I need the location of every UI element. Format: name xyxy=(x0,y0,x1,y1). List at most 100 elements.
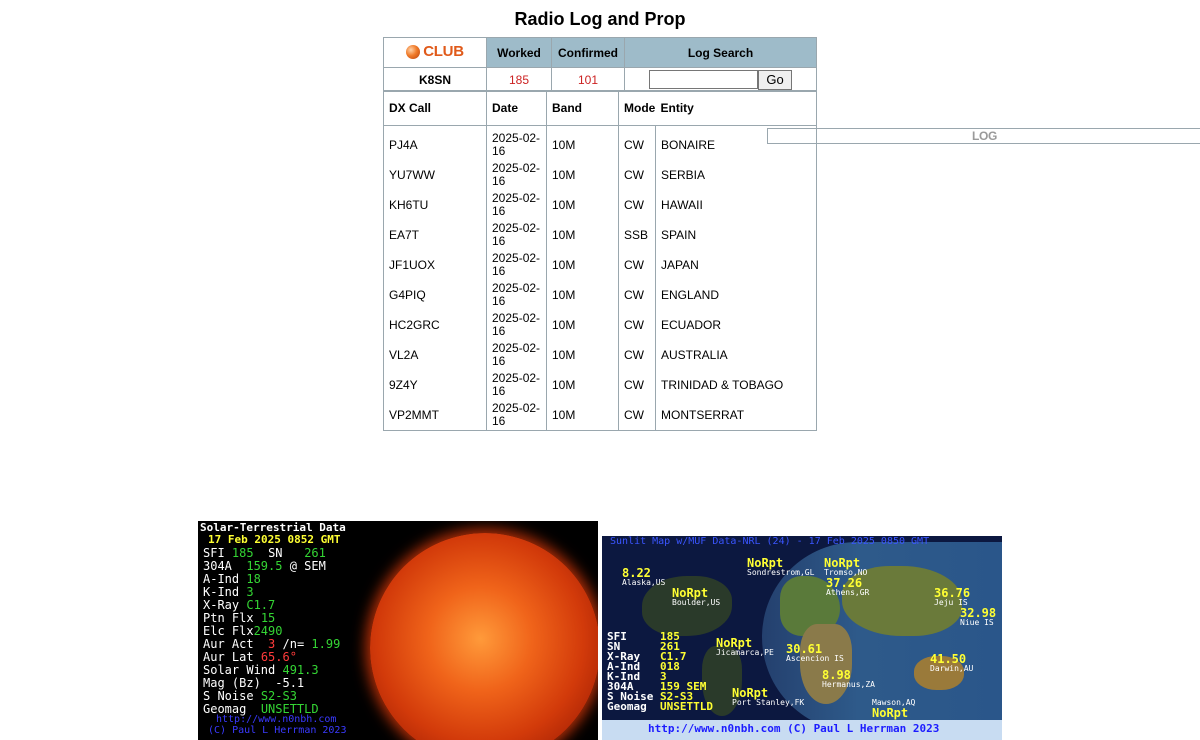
log-body: PJ4A 2025-02-16 10M CW BONAIRE YU7WW 2025-02-1… xyxy=(383,125,817,431)
aurlat-label: Aur Lat xyxy=(203,650,254,664)
log-cell-date: 2025-02-16 xyxy=(486,310,547,340)
a304-value: 159.5 xyxy=(246,559,283,573)
clublog-logo[interactable]: CLUB LOG xyxy=(383,37,1200,144)
station-hermanus: 8.98 Hermanus,ZA xyxy=(822,668,875,689)
table-row: HC2GRC 2025-02-16 10M CW ECUADOR xyxy=(383,310,817,340)
sfi-value: 185 xyxy=(231,546,254,560)
log-cell-call: JF1UOX xyxy=(383,250,487,280)
station-niue: 32.98 Niue IS xyxy=(960,606,997,627)
go-button[interactable]: Go xyxy=(758,69,792,90)
clublog-ball-icon xyxy=(406,44,421,59)
station-boulder: NoRpt Boulder,US xyxy=(672,586,721,607)
log-cell-band: 10M xyxy=(546,310,619,340)
clublog-summary-table: CLUB LOG Worked Confirmed Log Search K8SN… xyxy=(383,37,1200,144)
log-search-input[interactable] xyxy=(649,70,758,89)
col-mode: Mode xyxy=(618,90,656,126)
log-cell-date: 2025-02-16 xyxy=(486,250,547,280)
log-cell-entity: SERBIA xyxy=(661,168,706,182)
log-cell-call: KH6TU xyxy=(383,190,487,220)
sun-image xyxy=(370,533,598,740)
wind-value: 491.3 xyxy=(282,663,319,677)
station-sondrestrom: NoRpt Sondrestrom,GL xyxy=(747,556,815,577)
log-cell-entity: JAPAN xyxy=(661,258,699,272)
kind-label: K-Ind xyxy=(203,585,240,599)
map-stats: SFI 185 SN 261 X-Ray C1.7 A-Ind 018 K-In… xyxy=(607,630,713,713)
sfi-label: SFI xyxy=(203,546,225,560)
confirmed-header: Confirmed xyxy=(551,37,625,68)
sn-value: 261 xyxy=(304,546,326,560)
log-cell-call: 9Z4Y xyxy=(383,370,487,400)
solar-date: 17 Feb 2025 0852 GMT xyxy=(208,533,341,546)
mag-value: -5.1 xyxy=(275,676,305,690)
a304-label: 304A xyxy=(203,559,232,573)
map-landmass xyxy=(800,624,852,704)
ptn-label: Ptn Flx xyxy=(203,611,254,625)
map-footer-link[interactable]: http://www.n0nbh.com (C) Paul L Herrman … xyxy=(648,723,939,735)
sn-label: SN xyxy=(268,546,283,560)
log-cell-band: 10M xyxy=(546,190,619,220)
table-row: JF1UOX 2025-02-16 10M CW JAPAN xyxy=(383,250,817,280)
station-darwin: 41.50 Darwin,AU xyxy=(930,652,974,673)
log-cell-call: PJ4A xyxy=(383,125,487,160)
log-cell-date: 2025-02-16 xyxy=(486,160,547,190)
station-jeju: 36.76 Jeju IS xyxy=(934,586,971,607)
wind-label: Solar Wind xyxy=(203,663,276,677)
xray-label: X-Ray xyxy=(203,598,240,612)
station-ascencion: 30.61 Ascencion IS xyxy=(786,642,844,663)
table-row: 9Z4Y 2025-02-16 10M CW TRINIDAD & TOBAGO xyxy=(383,370,817,400)
table-row: KH6TU 2025-02-16 10M CW HAWAII xyxy=(383,190,817,220)
log-cell-mode: CW xyxy=(618,250,656,280)
log-cell-entity: BONAIRE xyxy=(661,138,716,152)
log-cell-call: G4PIQ xyxy=(383,280,487,310)
a304-suffix: @ SEM xyxy=(289,559,326,573)
log-search-cell: Go xyxy=(624,67,817,92)
log-cell-date: 2025-02-16 xyxy=(486,280,547,310)
aind-label: A-Ind xyxy=(203,572,240,586)
auract-n-value: 1.99 xyxy=(311,637,341,651)
col-band: Band xyxy=(546,90,619,126)
solar-url-link[interactable]: http://www.n0nbh.com xyxy=(216,714,336,725)
log-cell-band: 10M xyxy=(546,220,619,250)
table-row: EA7T 2025-02-16 10M SSB SPAIN xyxy=(383,220,817,250)
col-dx-call: DX Call xyxy=(383,90,487,126)
station-callsign: K8SN xyxy=(383,67,487,92)
logo-club-text: CLUB xyxy=(423,43,464,61)
kind-value: 3 xyxy=(246,585,254,599)
worked-count: 185 xyxy=(486,67,552,92)
log-cell-call: VP2MMT xyxy=(383,400,487,431)
station-athens: 37.26 Athens,GR xyxy=(826,576,870,597)
table-row: YU7WW 2025-02-16 10M CW SERBIA xyxy=(383,160,817,190)
noise-value: S2-S3 xyxy=(260,689,297,703)
table-row: VL2A 2025-02-16 10M CW AUSTRALIA xyxy=(383,340,817,370)
log-cell-mode: CW xyxy=(618,125,656,160)
log-cell-band: 10M xyxy=(546,125,619,160)
log-cell-mode: SSB xyxy=(618,220,656,250)
col-date: Date xyxy=(486,90,547,126)
auract-mid: /n= xyxy=(282,637,305,651)
log-cell-band: 10M xyxy=(546,160,619,190)
table-row: G4PIQ 2025-02-16 10M CW ENGLAND xyxy=(383,280,817,310)
ptn-value: 15 xyxy=(260,611,276,625)
station-tromso: NoRpt Tromso,NO xyxy=(824,556,868,577)
worked-header: Worked xyxy=(486,37,552,68)
sunlit-muf-map-panel: Sunlit Map w/MUF Data-NRL (24) - 17 Feb … xyxy=(602,536,1002,740)
log-cell-entity: ENGLAND xyxy=(661,288,720,302)
log-cell-entity: MONTSERRAT xyxy=(661,408,745,422)
log-cell-mode: CW xyxy=(618,400,656,431)
log-cell-entity: AUSTRALIA xyxy=(661,348,728,362)
log-header-row: DX Call Date Band Mode Entity xyxy=(383,90,817,126)
log-cell-band: 10M xyxy=(546,370,619,400)
col-entity: Entity xyxy=(655,90,817,126)
log-cell-entity: TRINIDAD & TOBAGO xyxy=(661,378,784,392)
log-cell-mode: CW xyxy=(618,370,656,400)
log-cell-date: 2025-02-16 xyxy=(486,220,547,250)
logo-log-text: LOG xyxy=(766,127,1200,144)
log-cell-mode: CW xyxy=(618,340,656,370)
station-alaska: 8.22 Alaska,US xyxy=(622,566,666,587)
table-row: PJ4A 2025-02-16 10M CW BONAIRE xyxy=(383,125,817,160)
station-jicamarca: NoRpt Jicamarca,PE xyxy=(716,636,774,657)
log-cell-call: YU7WW xyxy=(383,160,487,190)
xray-value: C1.7 xyxy=(246,598,276,612)
log-cell-mode: CW xyxy=(618,190,656,220)
log-cell-entity: ECUADOR xyxy=(661,318,722,332)
